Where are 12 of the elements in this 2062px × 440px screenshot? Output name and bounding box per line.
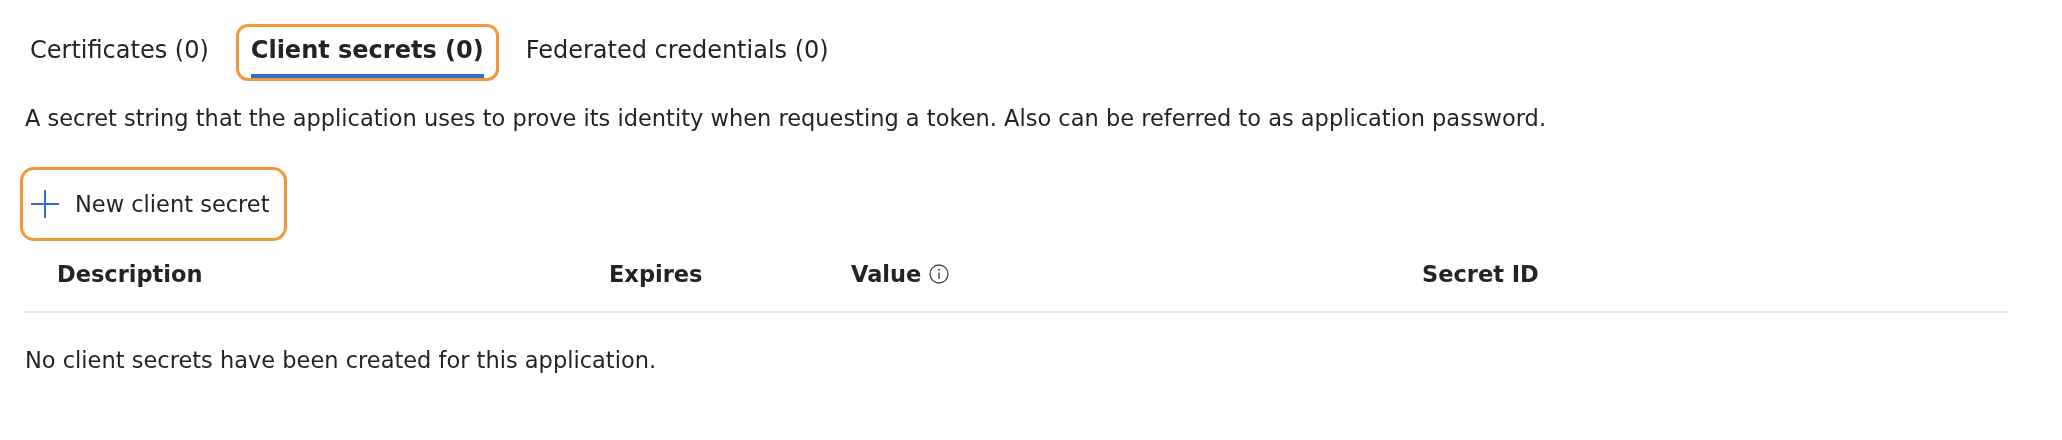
new-client-secret-button[interactable]: New client secret	[20, 167, 287, 241]
column-header: Secret ID	[1422, 261, 1539, 287]
description-text: A secret string that the application uses to prove its identity when requesting a token. Also can be referred to as application password.	[25, 105, 1548, 131]
tab[interactable]: Certificates (0)	[15, 24, 224, 81]
column-header: Description	[57, 261, 203, 287]
tab[interactable]: Client secrets (0)	[235, 24, 499, 81]
empty-message: No client secrets have been created for this application.	[25, 347, 658, 373]
plus-icon	[31, 190, 59, 218]
info-icon[interactable]	[929, 264, 950, 284]
tab[interactable]: Federated credentials (0)	[510, 24, 844, 81]
column-header: Expires	[609, 261, 703, 287]
column-header: Value	[851, 261, 922, 287]
